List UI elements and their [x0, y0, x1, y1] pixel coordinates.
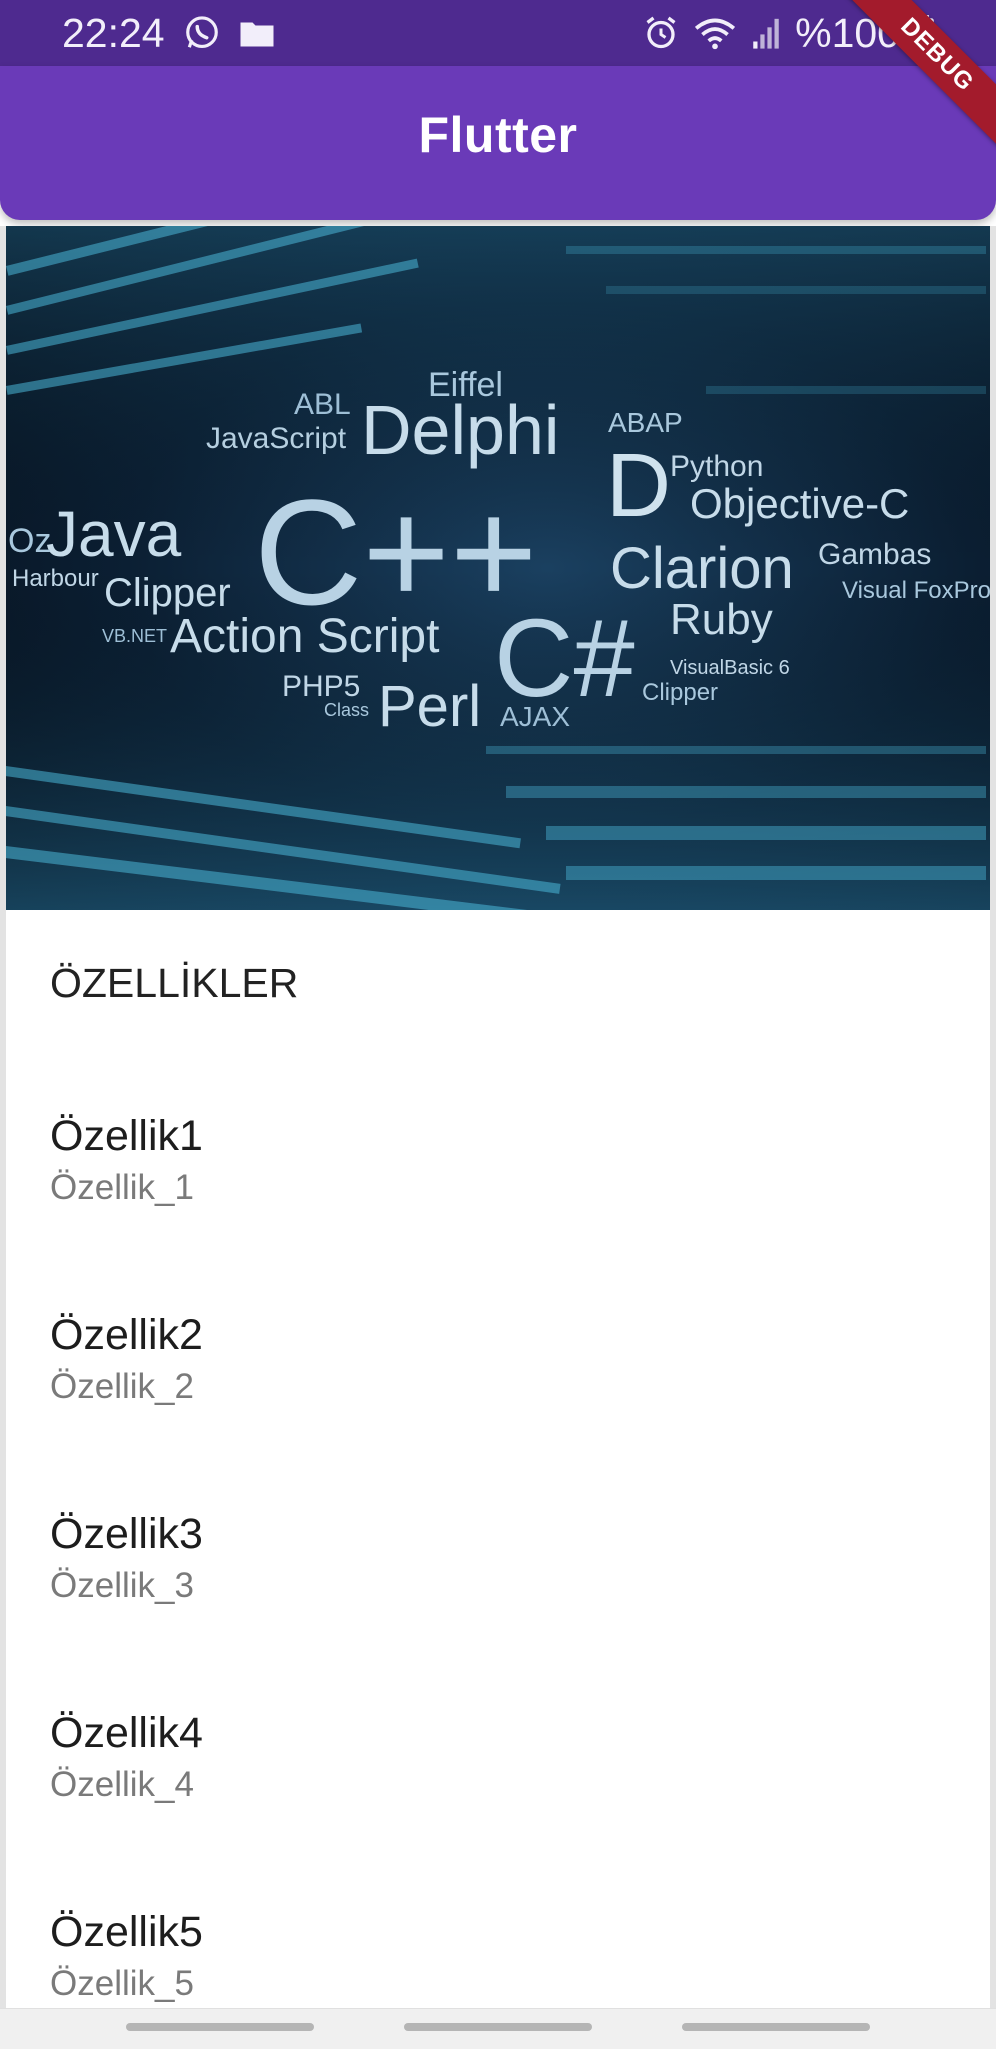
folder-icon [239, 18, 275, 48]
alarm-icon [643, 15, 679, 51]
word-clipper-2: Clipper [642, 679, 718, 706]
hero-image: Eiffel Delphi ABAP Python Objective-C D … [6, 226, 990, 910]
list-item-subtitle: Özellik_4 [50, 1765, 194, 1804]
list-item[interactable]: Özellik1 Özellik_1 [50, 1110, 203, 1210]
list-item-title: Özellik1 [50, 1112, 203, 1160]
word-clarion: Clarion [610, 536, 794, 601]
list-item[interactable]: Özellik5 Özellik_5 [50, 1906, 203, 2006]
word-java: Java [46, 498, 182, 570]
nav-pill-left[interactable] [126, 2023, 314, 2031]
word-vbnet: VB.NET [102, 626, 167, 646]
word-oz: Oz [8, 522, 51, 560]
word-harbour: Harbour [12, 565, 99, 592]
word-visualbasic6: VisualBasic 6 [670, 657, 790, 679]
list-item-title: Özellik2 [50, 1311, 203, 1359]
nav-pill-center[interactable] [404, 2023, 592, 2031]
word-action-script: Action Script [170, 610, 439, 663]
section-header: ÖZELLİKLER [50, 960, 299, 1006]
app-bar: Flutter [0, 66, 996, 220]
word-visual-foxpro: Visual FoxPro [842, 577, 990, 604]
word-abap: ABAP [608, 407, 683, 438]
list-item-subtitle: Özellik_5 [50, 1964, 194, 2003]
list-item[interactable]: Özellik4 Özellik_4 [50, 1707, 203, 1807]
word-abl: ABL [294, 388, 351, 421]
word-perl: Perl [378, 674, 481, 739]
word-delphi: Delphi [361, 391, 559, 469]
list-item-title: Özellik5 [50, 1908, 203, 1956]
word-objective-c: Objective-C [690, 480, 909, 527]
signal-icon [751, 16, 781, 50]
status-bar: 22:24 %100 [0, 0, 996, 66]
list-item-subtitle: Özellik_1 [50, 1168, 194, 1207]
word-php5: PHP5 [282, 670, 360, 703]
list-item[interactable]: Özellik2 Özellik_2 [50, 1309, 203, 1409]
navigation-bar [0, 2008, 996, 2049]
list-item-title: Özellik4 [50, 1709, 203, 1757]
word-ruby: Ruby [670, 595, 773, 644]
whatsapp-icon [183, 14, 221, 52]
status-time: 22:24 [62, 9, 165, 56]
list-item[interactable]: Özellik3 Özellik_3 [50, 1508, 203, 1608]
list-item-subtitle: Özellik_2 [50, 1367, 194, 1406]
svg-text:D: D [606, 436, 671, 536]
word-javascript: JavaScript [206, 422, 347, 455]
app-title: Flutter [418, 107, 578, 163]
word-python: Python [670, 450, 763, 483]
list-item-title: Özellik3 [50, 1510, 203, 1558]
word-class: Class [324, 700, 369, 720]
word-ajax: AJAX [500, 701, 570, 732]
word-clipper: Clipper [104, 571, 231, 615]
word-gambas: Gambas [818, 538, 931, 571]
wifi-icon [693, 15, 737, 51]
nav-pill-right[interactable] [682, 2023, 870, 2031]
list-item-subtitle: Özellik_3 [50, 1566, 194, 1605]
